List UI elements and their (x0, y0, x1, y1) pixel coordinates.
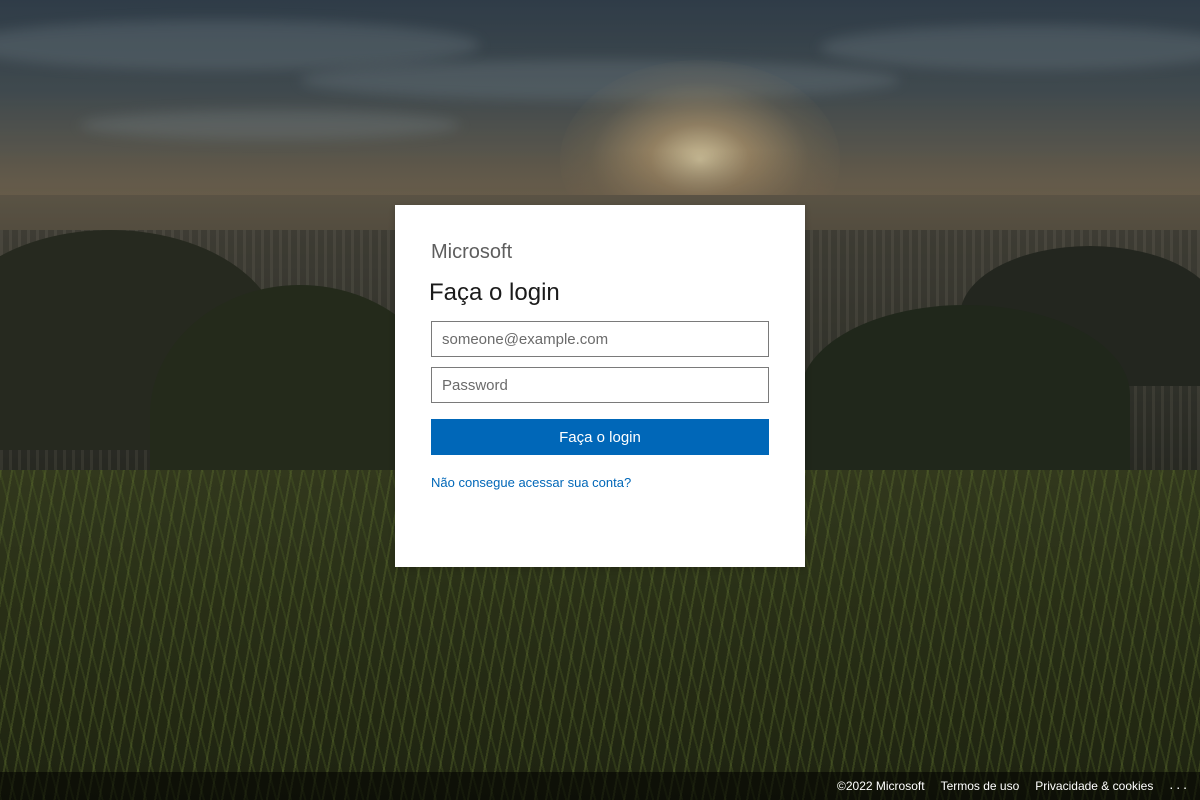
ellipsis-icon[interactable]: ... (1169, 777, 1190, 795)
cant-access-account-link[interactable]: Não consegue acessar sua conta? (431, 475, 631, 490)
microsoft-logo-text: Microsoft (431, 241, 513, 263)
sign-in-button[interactable]: Faça o login (431, 419, 769, 455)
privacy-cookies-link[interactable]: Privacidade & cookies (1035, 779, 1153, 793)
footer: ©2022 Microsoft Termos de uso Privacidad… (0, 772, 1200, 800)
sign-in-page: Microsoft Faça o login Faça o login Não … (0, 0, 1200, 800)
sign-in-card: Microsoft Faça o login Faça o login Não … (395, 205, 805, 567)
password-field[interactable] (431, 367, 769, 403)
copyright-text: ©2022 Microsoft (837, 779, 925, 793)
terms-of-use-link[interactable]: Termos de uso (941, 779, 1020, 793)
email-field[interactable] (431, 321, 769, 357)
page-title: Faça o login (429, 279, 560, 306)
